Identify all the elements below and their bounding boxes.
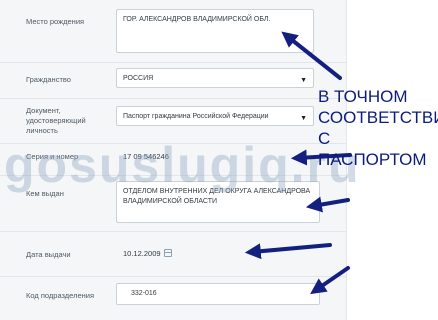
arrow-subdivision: [310, 266, 350, 295]
arrow-birthplace: [281, 31, 342, 80]
arrow-issued-by: [305, 196, 350, 213]
annotation-text: В ТОЧНОМ СООТВЕТСТВИИ С ПАСПОРТОМ: [318, 87, 438, 169]
arrow-issue-date: [244, 243, 332, 260]
